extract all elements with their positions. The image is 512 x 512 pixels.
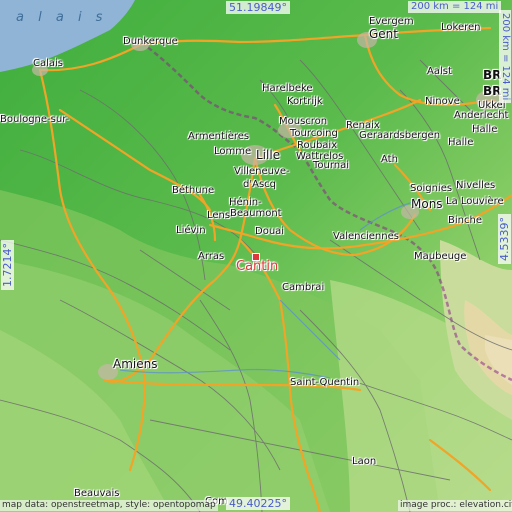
city-label: Roubaix <box>297 140 338 151</box>
city-label: Valenciennes <box>333 231 399 242</box>
city-label: Geraardsbergen <box>359 130 441 141</box>
coord-bottom: 49.40225° <box>226 497 290 510</box>
city-label: Ninove <box>425 96 460 107</box>
city-label: Soignies <box>410 183 453 194</box>
city-label: Dunkerque <box>123 36 178 47</box>
city-label: Lomme <box>214 146 252 157</box>
marker-label: Cantin <box>236 259 279 274</box>
coord-top: 51.19849° <box>226 1 290 14</box>
city-label: Anderlecht <box>454 110 509 121</box>
scale-horizontal: 200 km = 124 mi <box>408 1 502 13</box>
city-label: Boulogne-sur- <box>0 114 70 125</box>
city-label: Halle <box>448 137 474 148</box>
city-label: Saint-Quentin <box>290 377 360 388</box>
attribution-image-proc: image proc.: elevation.city <box>398 500 512 511</box>
city-label: Halle <box>472 124 498 135</box>
city-label: Harelbeke <box>262 83 313 94</box>
city-label: Nivelles <box>456 180 496 191</box>
city-label: Mons <box>411 197 443 211</box>
city-label: Liévin <box>176 225 206 236</box>
city-label: Lille <box>256 148 281 162</box>
coord-left: 1.7214° <box>1 240 14 290</box>
city-label: Maubeuge <box>414 251 467 262</box>
city-label: Villeneuve- <box>234 166 290 177</box>
city-label: Douai <box>255 226 285 237</box>
city-label: Gent <box>369 27 398 41</box>
city-label: Béthune <box>172 185 215 196</box>
city-label: Cambrai <box>282 282 325 293</box>
city-label: Lens <box>207 210 231 221</box>
city-label: d'Ascq <box>243 179 276 190</box>
city-label: Binche <box>448 215 482 226</box>
city-label: Evergem <box>369 16 414 27</box>
city-label: Aalst <box>427 66 452 77</box>
city-label: Mouscron <box>279 116 328 127</box>
attribution-map-data: map data: openstreetmap, style: opentopo… <box>0 500 218 511</box>
city-label: Hénin- <box>229 197 262 208</box>
city-label: Kortrijk <box>287 96 323 107</box>
city-label: Armentières <box>188 131 250 142</box>
city-label: Lokeren <box>441 22 481 33</box>
city-label: Amiens <box>113 357 158 371</box>
city-label: La Louvière <box>446 196 504 207</box>
city-label: Tourcoing <box>290 128 338 139</box>
coord-right: 4.5339° <box>498 214 511 264</box>
city-label: Tournai <box>313 160 350 171</box>
city-label: Beauvais <box>74 488 120 499</box>
city-label: Ath <box>381 154 398 165</box>
sea-label: a l a i s <box>16 10 108 25</box>
city-label: Arras <box>198 251 225 262</box>
map-view[interactable]: a l a i s Evergem Lokeren Gent Aalst Nin… <box>0 0 512 512</box>
city-label: Calais <box>33 58 64 69</box>
city-label: Laon <box>352 456 377 467</box>
city-label: Beaumont <box>230 208 282 219</box>
scale-vertical: 200 km = 124 mi <box>499 10 511 104</box>
